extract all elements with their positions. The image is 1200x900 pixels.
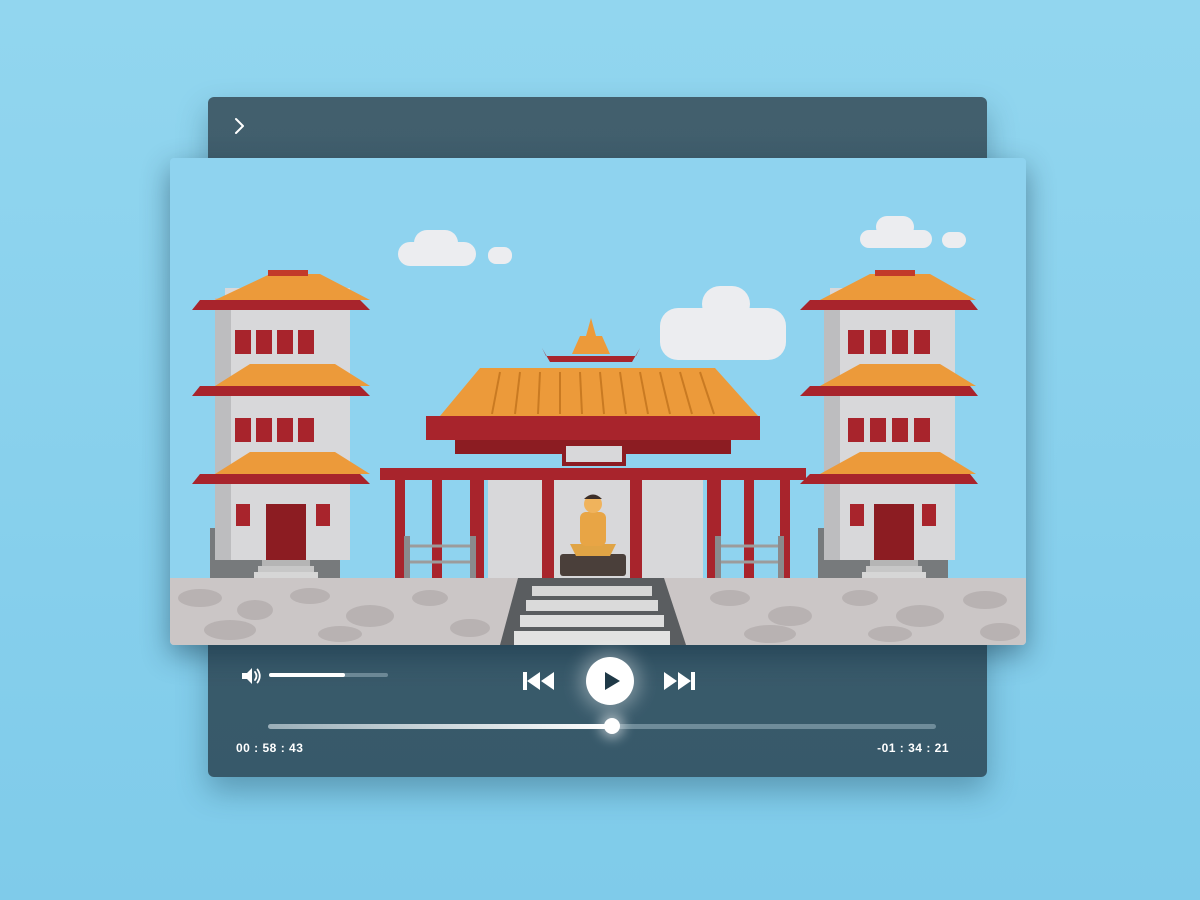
video-display[interactable] bbox=[170, 158, 1026, 645]
right-pagoda-graphic bbox=[800, 270, 978, 580]
speaker-icon[interactable] bbox=[240, 666, 264, 686]
elapsed-time: 00 : 58 : 43 bbox=[236, 741, 304, 755]
left-pagoda-graphic bbox=[192, 270, 370, 580]
skip-next-icon bbox=[664, 672, 695, 690]
seek-thumb[interactable] bbox=[604, 718, 621, 734]
stone-ground-graphic bbox=[170, 578, 1026, 645]
skip-next-button[interactable] bbox=[660, 668, 698, 694]
play-icon bbox=[605, 672, 620, 690]
remaining-time: -01 : 34 : 21 bbox=[877, 741, 949, 755]
seek-progress-fill bbox=[268, 724, 613, 729]
seek-bar[interactable] bbox=[268, 718, 936, 734]
volume-slider[interactable] bbox=[269, 673, 388, 677]
volume-level-fill bbox=[269, 673, 346, 677]
chevron-right-icon[interactable] bbox=[228, 115, 250, 137]
play-button[interactable] bbox=[586, 657, 634, 705]
skip-previous-button[interactable] bbox=[520, 668, 558, 694]
skip-previous-icon bbox=[523, 672, 554, 690]
